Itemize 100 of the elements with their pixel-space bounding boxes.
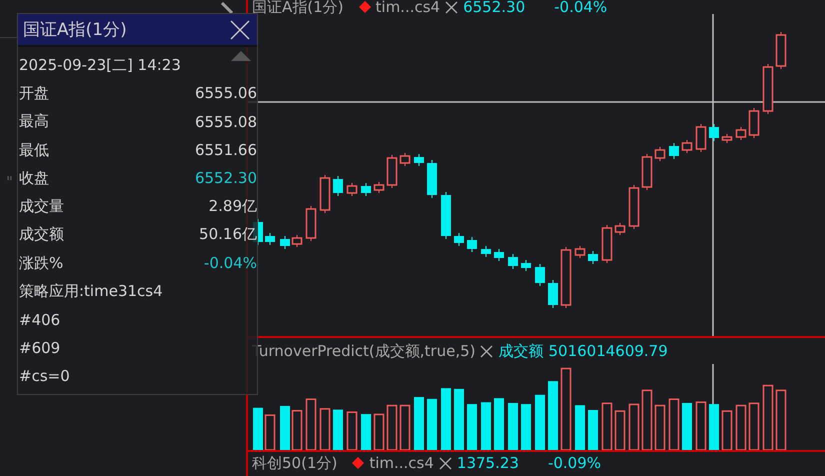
- candlestick: [508, 254, 518, 270]
- turnover-bar: [494, 398, 504, 450]
- turnover-bar: [361, 414, 371, 450]
- candlestick: [548, 280, 558, 308]
- candlestick: [494, 248, 504, 262]
- candlestick: [588, 250, 598, 264]
- field-value: 6555.08: [194, 112, 257, 131]
- turnover-bar: [481, 402, 491, 450]
- close-button[interactable]: [229, 18, 251, 40]
- turnover-bar: [722, 410, 732, 450]
- candlestick: [654, 146, 666, 162]
- field-value: 2.89亿: [208, 197, 257, 216]
- turnover-bar: [575, 405, 585, 450]
- turnover-bar: [264, 414, 276, 450]
- candlestick: [427, 160, 437, 198]
- turnover-bar: [736, 404, 746, 450]
- field-value: -0.04%: [204, 254, 257, 272]
- candlestick: [441, 192, 451, 240]
- field-label: #cs=0: [19, 367, 70, 386]
- field-label: 成交额: [19, 225, 64, 244]
- candlestick: [374, 182, 384, 194]
- popup-title: 国证A指(1分): [23, 19, 127, 41]
- candlestick: [292, 234, 302, 248]
- strategy-label: tim...cs4: [369, 454, 434, 472]
- candlestick: [265, 232, 275, 246]
- turnover-bar: [588, 410, 598, 450]
- turnover-bar: [682, 402, 692, 450]
- field-label: 策略应用:time31cs4: [19, 282, 163, 302]
- candlestick: [481, 246, 491, 258]
- candlestick: [535, 264, 545, 286]
- slash-icon: [221, 2, 233, 14]
- candlestick: [736, 126, 746, 140]
- turnover-bar: [441, 388, 451, 450]
- candlestick: [669, 142, 679, 160]
- candlestick: [414, 154, 424, 166]
- candlestick: [467, 236, 477, 252]
- turnover-bar: [454, 388, 464, 450]
- turnover-bar: [602, 402, 612, 450]
- chart-title: 科创50(1分): [252, 454, 338, 472]
- turnover-bar: [333, 410, 343, 450]
- candlestick: [333, 176, 343, 196]
- candlestick: [682, 140, 692, 154]
- turnover-bar: [521, 404, 531, 450]
- turnover-bar: [280, 406, 290, 450]
- diamond-icon: [358, 1, 371, 13]
- turnover-bar: [427, 398, 437, 450]
- chart-title: 国证A指(1分): [252, 0, 344, 14]
- candlestick: [386, 154, 398, 188]
- candlestick: [306, 206, 316, 242]
- field-label: 最低: [19, 140, 49, 160]
- series-label: 成交额: [498, 342, 544, 360]
- turnover-bar: [253, 408, 263, 450]
- cross-icon: [438, 456, 452, 470]
- turnover-bar: [508, 402, 518, 450]
- turnover-bar: [548, 381, 558, 450]
- field-value: 50.16亿: [199, 225, 257, 244]
- candlestick: [454, 232, 464, 246]
- field-label: 开盘: [19, 84, 49, 103]
- candlestick: [722, 134, 732, 144]
- field-label: #406: [19, 310, 60, 329]
- candlestick: [776, 32, 786, 70]
- diamond-icon: [352, 457, 364, 469]
- field-value: 6552.30: [194, 169, 257, 188]
- candlestick: [574, 246, 586, 258]
- turnover-bar: [306, 398, 316, 450]
- field-value: 6555.06: [194, 84, 257, 102]
- candlestick: [560, 246, 572, 308]
- turnover-bar: [374, 414, 384, 450]
- code-text: ": [5, 173, 14, 191]
- field-label: #609: [19, 339, 60, 358]
- turnover-bar: [346, 411, 358, 450]
- field-label: 涨跌%: [19, 254, 64, 273]
- turnover-bar: [762, 384, 774, 450]
- turnover-bar: [386, 404, 398, 450]
- strategy-label: tim...cs4: [376, 0, 440, 14]
- turnover-bar: [668, 398, 680, 450]
- turnover-bar: [748, 402, 760, 450]
- candlestick: [521, 260, 531, 272]
- candlestick: [602, 224, 612, 264]
- candlestick: [280, 236, 290, 250]
- cross-icon: [445, 0, 458, 14]
- turnover-bar: [696, 401, 706, 450]
- change-value: -0.09%: [548, 454, 602, 472]
- candlestick: [614, 222, 626, 236]
- candlestick: [748, 108, 760, 138]
- indicator-formula: TurnoverPredict(成交额,true,5): [252, 342, 476, 360]
- turnover-bar: [654, 404, 666, 450]
- turnover-bar: [709, 404, 719, 450]
- candlestick: [361, 182, 371, 196]
- turnover-bar: [292, 410, 302, 450]
- price-value: 1375.23: [456, 454, 519, 472]
- field-label: 收盘: [19, 168, 49, 188]
- change-value: -0.04%: [554, 0, 608, 14]
- turnover-bar: [642, 390, 652, 450]
- candlestick: [320, 174, 330, 214]
- turnover-bar: [535, 394, 545, 450]
- candlestick: [709, 124, 719, 142]
- field-value: 6551.66: [194, 141, 257, 160]
- turnover-bar: [467, 404, 477, 450]
- candlestick: [696, 124, 706, 152]
